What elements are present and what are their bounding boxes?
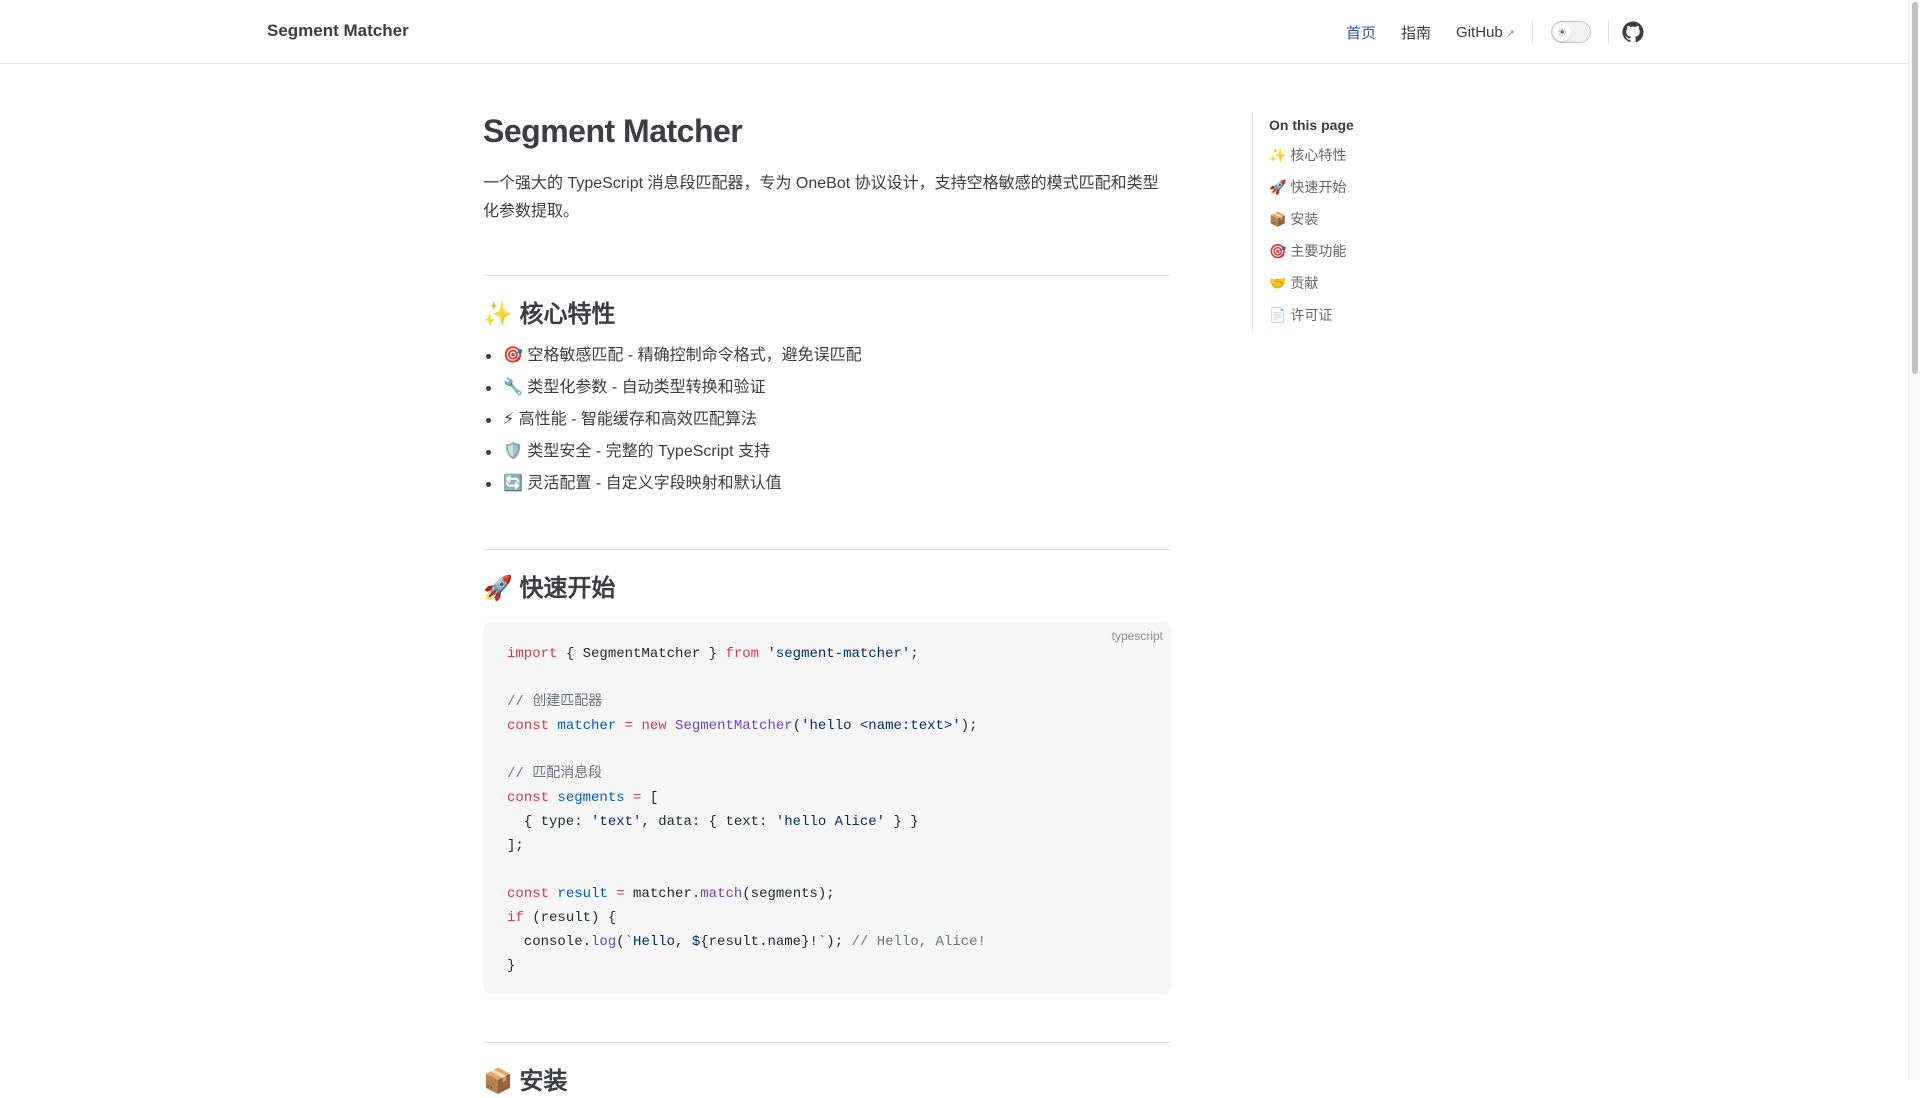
toc-item-features[interactable]: ✨ 核心特性 [1269, 139, 1452, 171]
code-line: import { SegmentMatcher } from 'segment-… [507, 646, 919, 662]
code-line: } [507, 958, 516, 974]
nav-link-home[interactable]: 首页 [1346, 22, 1376, 43]
code-line: const matcher = new SegmentMatcher('hell… [507, 718, 978, 734]
code-line: { type: 'text', data: { text: 'hello Ali… [507, 814, 919, 830]
section-divider [483, 549, 1171, 550]
heading-install: 📦 安装 [483, 1068, 568, 1095]
section-divider [483, 275, 1171, 276]
outline-title: On this page [1269, 117, 1354, 133]
outline-aside: On this page ✨ 核心特性 🚀 快速开始 📦 安装 🎯 主要功能 🤝… [1252, 113, 1452, 331]
features-list: 🎯 空格敏感匹配 - 精确控制命令格式，避免误匹配 🔧 类型化参数 - 自动类型… [483, 344, 1171, 496]
code-line: console.log(`Hello, ${result.name}!`); /… [507, 934, 986, 950]
scrollbar-thumb[interactable] [1912, 2, 1918, 374]
heading-features: ✨ 核心特性 [483, 301, 616, 328]
theme-toggle[interactable]: ☀ [1551, 21, 1591, 43]
toc-item-quickstart[interactable]: 🚀 快速开始 [1269, 171, 1452, 203]
page-title: Segment Matcher [483, 113, 743, 149]
toc-item-contributing[interactable]: 🤝 贡献 [1269, 267, 1452, 299]
code-line: const segments = [ [507, 790, 659, 806]
site-title[interactable]: Segment Matcher [267, 21, 409, 41]
section-divider [483, 1042, 1171, 1043]
code-line: ]; [507, 838, 524, 854]
sun-icon: ☀ [1553, 23, 1571, 41]
code-block[interactable]: typescript import { SegmentMatcher } fro… [483, 622, 1171, 994]
toc-item-license[interactable]: 📄 许可证 [1269, 299, 1452, 331]
nav-link-github[interactable]: GitHub ↗ [1456, 24, 1515, 41]
toc-item-main-features[interactable]: 🎯 主要功能 [1269, 235, 1452, 267]
external-link-icon: ↗ [1505, 27, 1515, 40]
nav-links: 首页 指南 GitHub ↗ [1346, 0, 1540, 64]
scrollbar[interactable] [1908, 0, 1920, 1080]
code-language-label: typescript [1111, 629, 1163, 643]
intro-paragraph: 一个强大的 TypeScript 消息段匹配器，专为 OneBot 协议设计，支… [483, 175, 1159, 220]
heading-quickstart: 🚀 快速开始 [483, 575, 616, 602]
nav-link-github-label: GitHub [1456, 23, 1503, 41]
code-line: const result = matcher.match(segments); [507, 886, 835, 902]
list-item: 🔧 类型化参数 - 自动类型转换和验证 [483, 376, 1171, 400]
github-icon[interactable] [1622, 21, 1644, 43]
list-item: ⚡ 高性能 - 智能缓存和高效匹配算法 [483, 408, 1171, 432]
list-item: 🎯 空格敏感匹配 - 精确控制命令格式，避免误匹配 [483, 344, 1171, 368]
navbar: Segment Matcher 首页 指南 GitHub ↗ ☀ [0, 0, 1908, 64]
nav-link-guide[interactable]: 指南 [1401, 22, 1431, 43]
toc-item-install[interactable]: 📦 安装 [1269, 203, 1452, 235]
nav-divider [1532, 20, 1533, 44]
list-item: 🛡️ 类型安全 - 完整的 TypeScript 支持 [483, 440, 1171, 464]
code-line: // 创建匹配器 [507, 694, 603, 710]
code-line: if (result) { [507, 910, 617, 926]
list-item: 🔄 灵活配置 - 自定义字段映射和默认值 [483, 472, 1171, 496]
code-line: // 匹配消息段 [507, 766, 603, 782]
nav-divider [1608, 20, 1609, 44]
main-content: Segment Matcher 一个强大的 TypeScript 消息段匹配器，… [483, 64, 1171, 1098]
